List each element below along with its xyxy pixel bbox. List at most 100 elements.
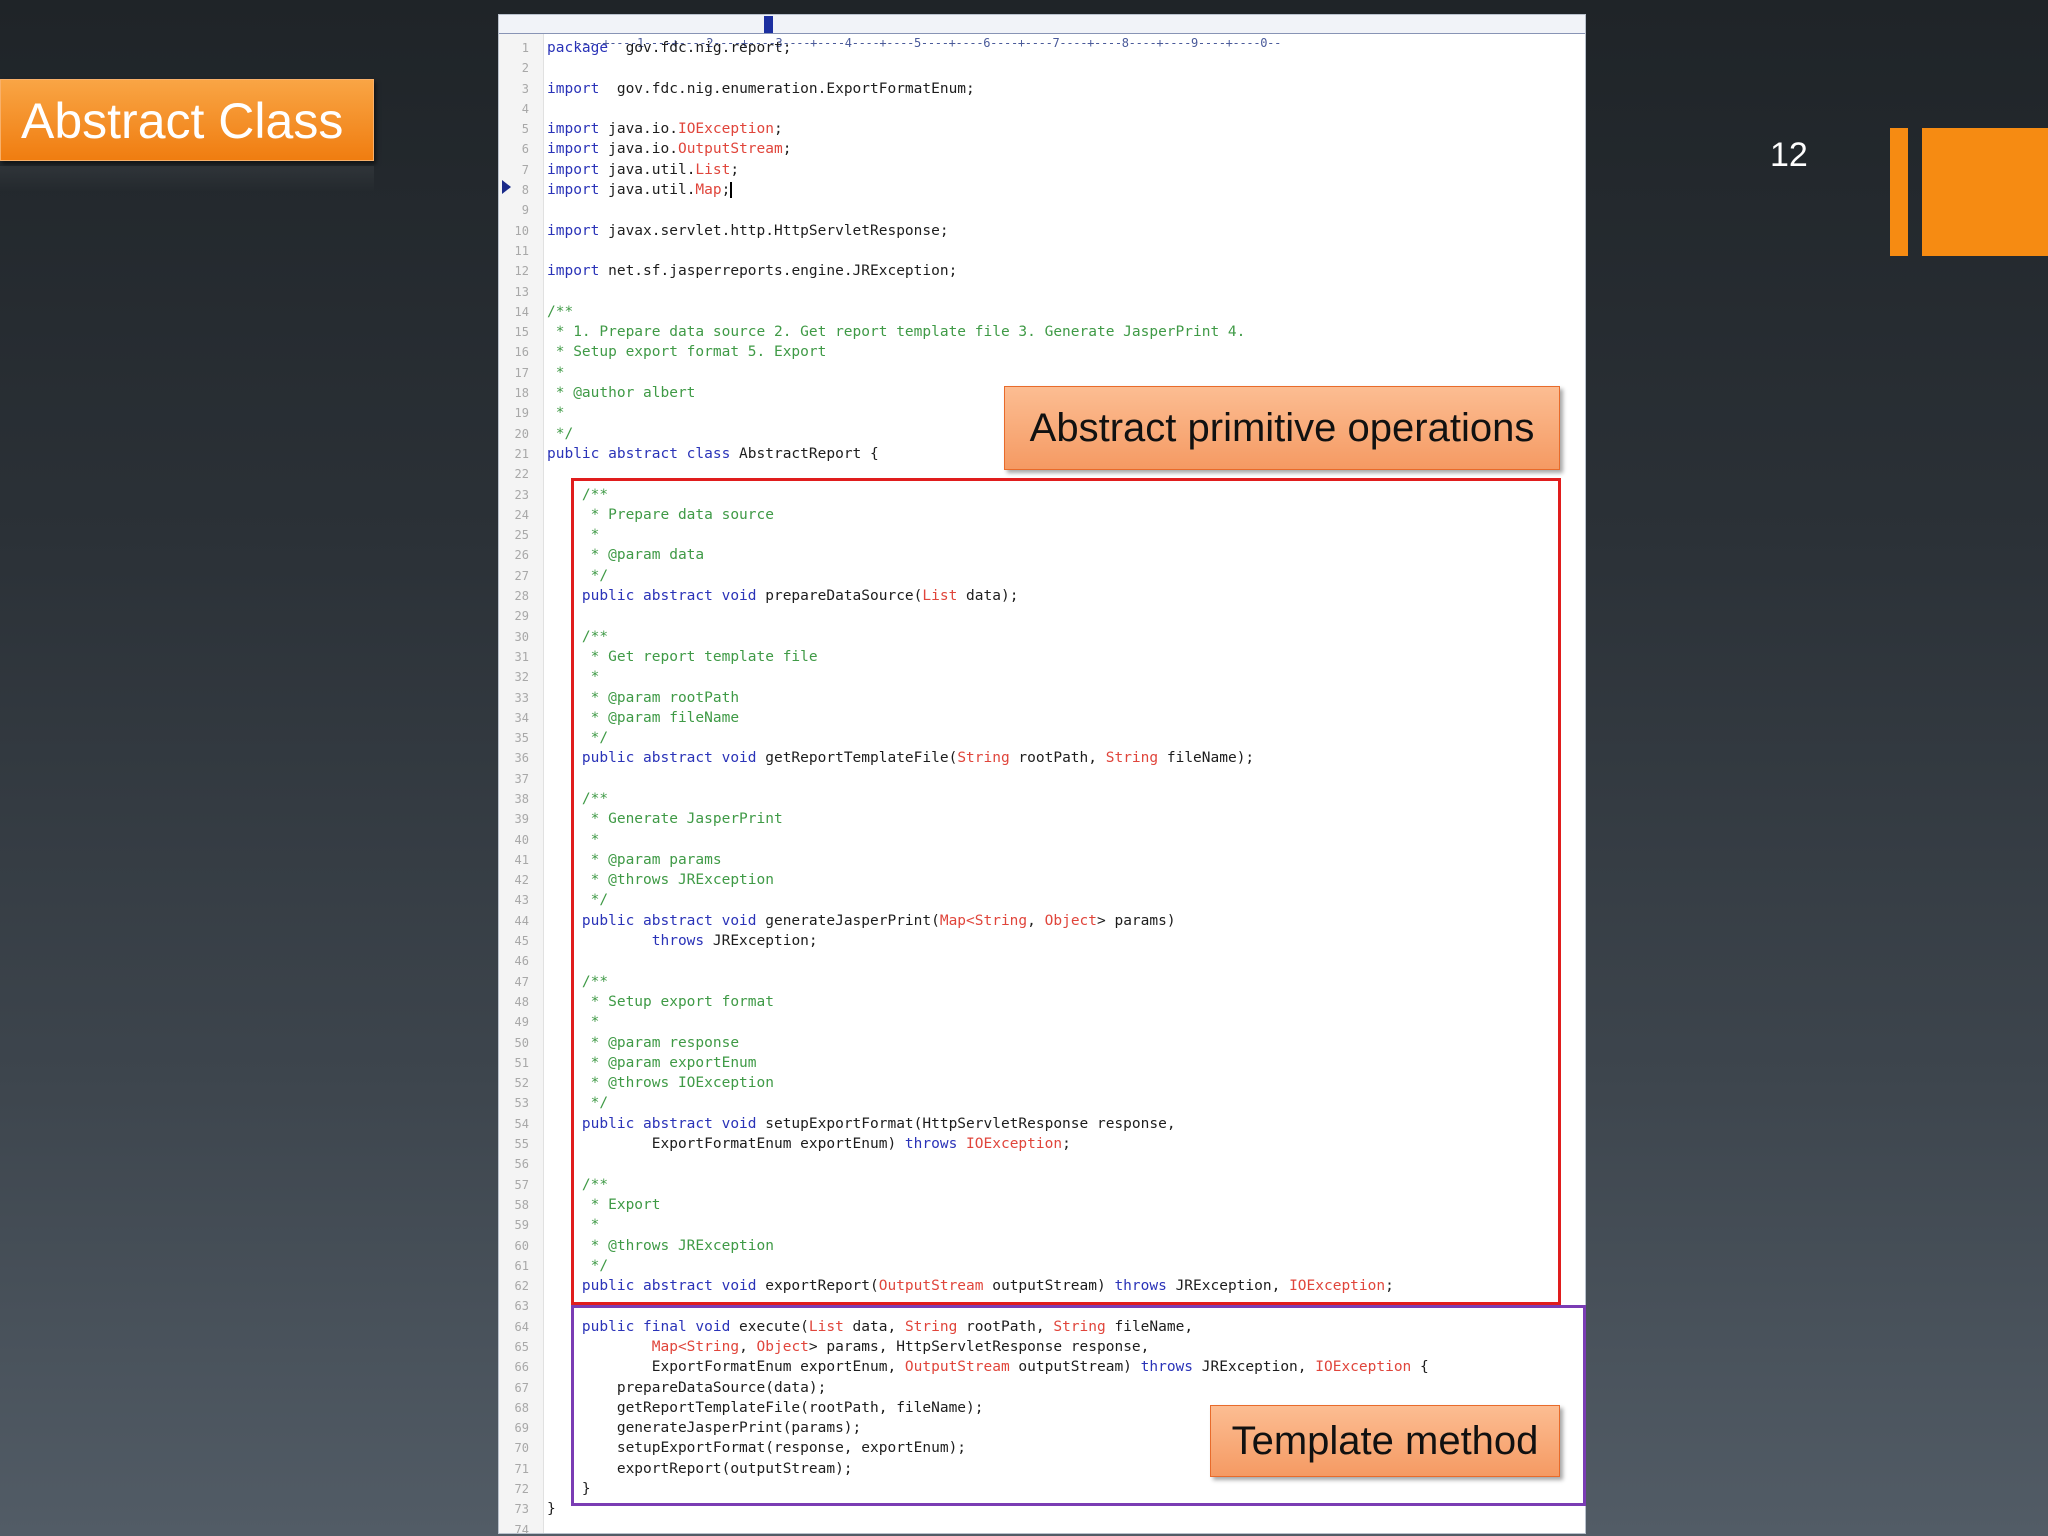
line-number: 63 xyxy=(514,1299,529,1314)
line-number: 39 xyxy=(514,812,529,827)
line-number: 20 xyxy=(514,426,529,441)
line-number: 1 xyxy=(521,41,529,55)
code-line: 2 xyxy=(499,58,1585,78)
accent-bar-wide xyxy=(1922,128,2048,256)
code-token: gov.fdc.nig.report; xyxy=(608,40,792,56)
code-token: ; xyxy=(730,161,740,178)
code-token: ; xyxy=(774,121,783,138)
line-number: 21 xyxy=(514,446,529,461)
line-number: 49 xyxy=(514,1015,529,1030)
code-line: 3 import gov.fdc.nig.enumeration.ExportFo… xyxy=(499,79,1585,99)
line-number: 58 xyxy=(514,1197,529,1212)
code-token: List xyxy=(695,161,731,178)
line-number: 55 xyxy=(514,1137,529,1152)
line-number: 31 xyxy=(514,649,529,664)
line-number: 11 xyxy=(514,243,529,258)
line-number: 28 xyxy=(514,589,529,604)
code-line: 7 import java.util.List; xyxy=(499,160,1585,180)
line-number: 12 xyxy=(514,264,529,279)
line-number: 36 xyxy=(514,751,529,766)
code-text: /** xyxy=(547,302,573,322)
code-line: 5 import java.io.IOException; xyxy=(499,119,1585,139)
code-line: 17 * xyxy=(499,363,1585,383)
code-token: import xyxy=(547,263,600,280)
code-token: package xyxy=(547,40,609,56)
abstract-operations-callout: Abstract primitive operations xyxy=(1004,386,1560,470)
code-text: import java.io.IOException; xyxy=(547,119,783,139)
abstract-operations-highlight xyxy=(571,478,1561,1305)
code-token: } xyxy=(547,1501,556,1518)
line-number: 66 xyxy=(514,1360,529,1375)
line-number: 13 xyxy=(514,284,529,299)
code-text: import gov.fdc.nig.enumeration.ExportFor… xyxy=(547,79,975,99)
line-number: 45 xyxy=(514,934,529,949)
code-text: import java.io.OutputStream; xyxy=(547,139,791,159)
code-token: import xyxy=(547,161,600,178)
line-number: 27 xyxy=(514,568,529,583)
line-number: 51 xyxy=(514,1055,529,1070)
line-number: 57 xyxy=(514,1177,529,1192)
line-number: 4 xyxy=(521,101,529,116)
line-number: 40 xyxy=(514,832,529,847)
code-text: * Setup export format 5. Export xyxy=(547,342,827,362)
code-line: 4 xyxy=(499,99,1585,119)
code-text: * xyxy=(547,403,565,423)
line-number: 30 xyxy=(514,629,529,644)
line-number: 2 xyxy=(521,61,529,76)
line-number: 34 xyxy=(514,710,529,725)
code-token: AbstractReport { xyxy=(730,445,879,462)
line-number: 7 xyxy=(521,162,529,177)
line-number: 47 xyxy=(514,974,529,989)
line-number: 60 xyxy=(514,1238,529,1253)
line-number: 69 xyxy=(514,1421,529,1436)
title-reflection xyxy=(0,166,374,192)
line-number: 3 xyxy=(521,81,529,96)
code-token: * 1. Prepare data source 2. Get report t… xyxy=(547,324,1246,341)
line-number: 32 xyxy=(514,670,529,685)
code-line: 6 import java.io.OutputStream; xyxy=(499,139,1585,159)
line-number: 25 xyxy=(514,528,529,543)
code-line: 16 * Setup export format 5. Export xyxy=(499,342,1585,362)
line-number: 48 xyxy=(514,994,529,1009)
line-number: 14 xyxy=(514,304,529,319)
line-number: 56 xyxy=(514,1157,529,1172)
code-text: import java.util.List; xyxy=(547,160,739,180)
line-number: 43 xyxy=(514,893,529,908)
code-token: * xyxy=(547,405,565,422)
line-number: 16 xyxy=(514,345,529,360)
line-number: 41 xyxy=(514,852,529,867)
line-number: 19 xyxy=(514,406,529,421)
line-number: 73 xyxy=(514,1502,529,1517)
code-token: java.io. xyxy=(599,121,678,138)
slide-title: Abstract Class xyxy=(21,93,344,149)
line-number: 65 xyxy=(514,1340,529,1354)
code-text: * 1. Prepare data source 2. Get report t… xyxy=(547,322,1246,342)
code-line: 15 * 1. Prepare data source 2. Get repor… xyxy=(499,322,1585,342)
line-number: 26 xyxy=(514,548,529,563)
page-number: 12 xyxy=(1770,136,1808,174)
code-token: * xyxy=(547,364,565,381)
line-number: 50 xyxy=(514,1035,529,1050)
code-line: 12 import net.sf.jasperreports.engine.JRE… xyxy=(499,261,1585,281)
line-number: 68 xyxy=(514,1400,529,1415)
code-token: OutputStream xyxy=(677,141,783,158)
code-token: public abstract class xyxy=(547,445,731,462)
line-number: 6 xyxy=(521,142,529,157)
code-token: import xyxy=(547,141,600,158)
code-text: } xyxy=(547,1499,556,1519)
line-number: 8 xyxy=(521,183,529,198)
line-number: 9 xyxy=(521,203,529,218)
line-number: 61 xyxy=(514,1258,529,1273)
line-number: 24 xyxy=(514,507,529,522)
code-text: * @author albert xyxy=(547,383,696,403)
line-number: 23 xyxy=(514,487,529,502)
line-number: 10 xyxy=(514,223,529,238)
line-number: 67 xyxy=(514,1380,529,1395)
line-number: 53 xyxy=(514,1096,529,1111)
code-line: 14 /** xyxy=(499,302,1585,322)
code-text: */ xyxy=(547,424,573,444)
template-method-callout: Template method xyxy=(1210,1405,1560,1477)
column-ruler: ----+----1----+----2----+----3----+----4… xyxy=(499,15,1585,50)
code-token: net.sf.jasperreports.engine.JRException; xyxy=(599,263,958,280)
line-number: 52 xyxy=(514,1076,529,1091)
